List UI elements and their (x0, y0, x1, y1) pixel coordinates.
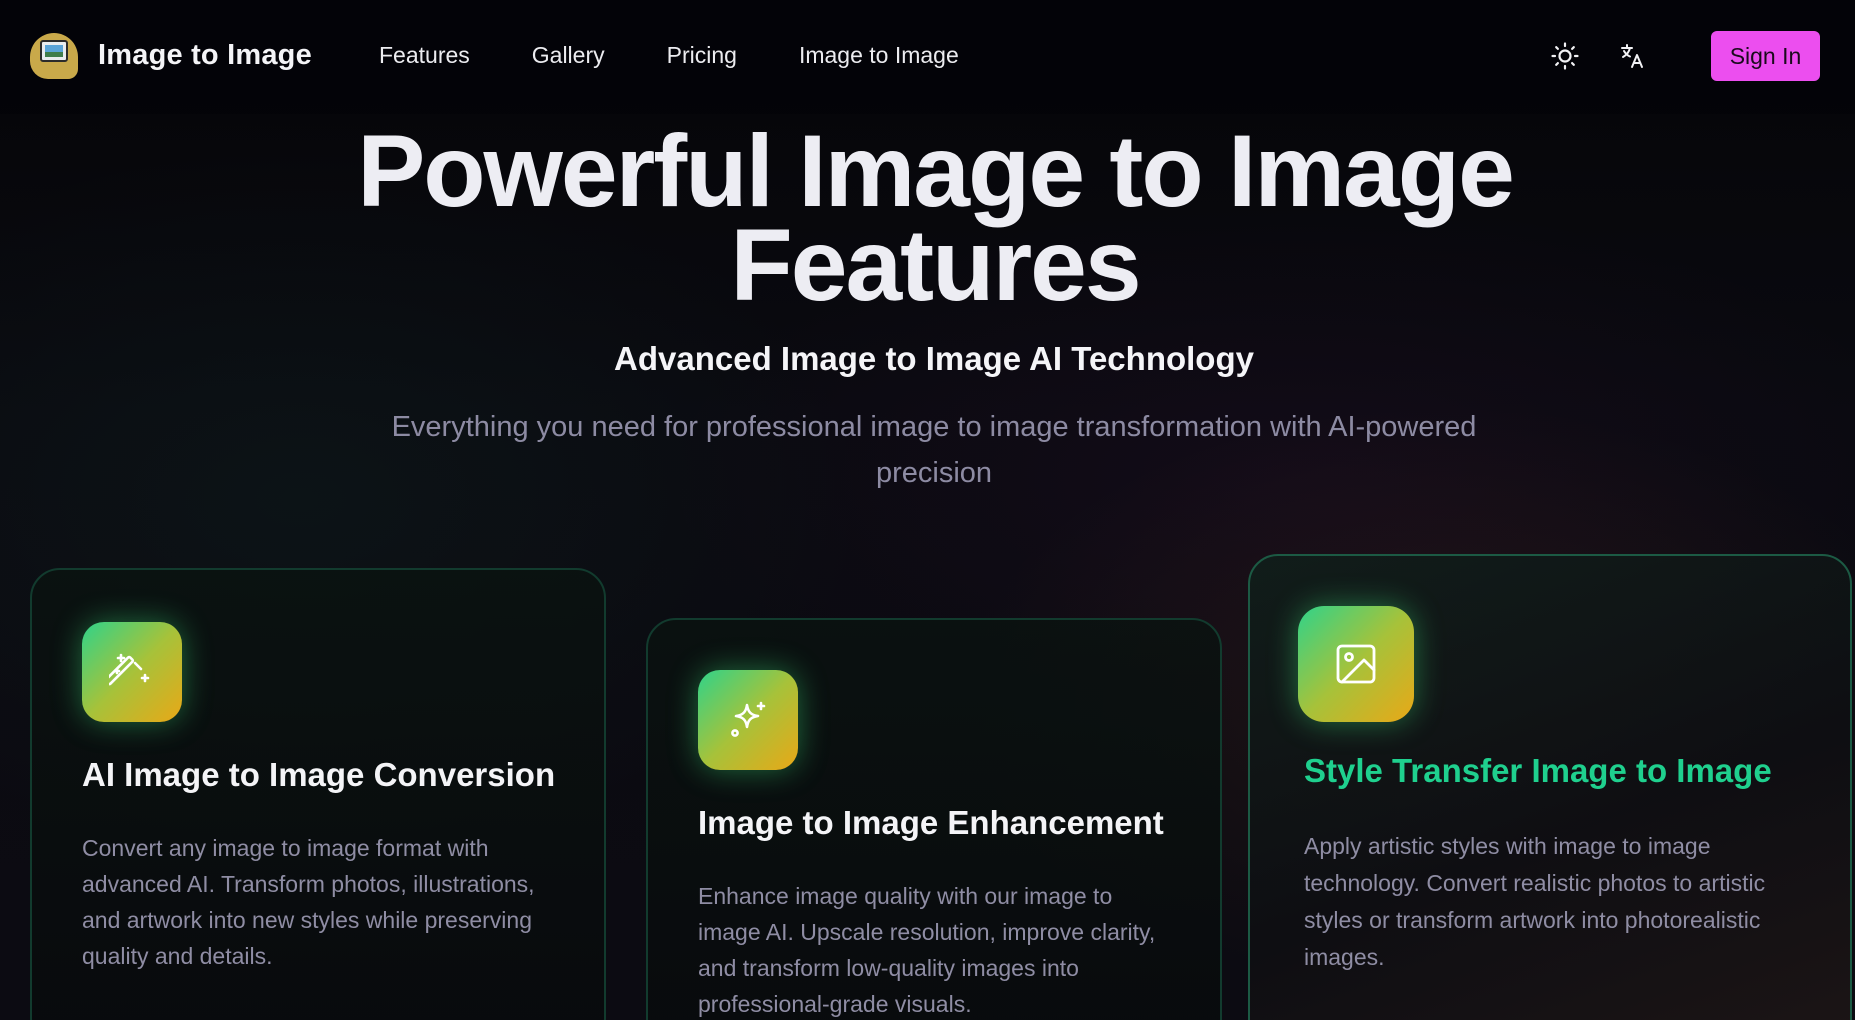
feature-description: Apply artistic styles with image to imag… (1304, 833, 1766, 970)
feature-title: Style Transfer Image to Image (1304, 752, 1772, 789)
theme-toggle-button[interactable] (1543, 34, 1587, 78)
image-icon (1336, 644, 1376, 684)
feature-description: Enhance image quality with our image to … (698, 883, 1156, 1017)
main-nav: Features Gallery Pricing Image to Image (379, 42, 959, 69)
hero-subtitle: Advanced Image to Image AI Technology (614, 340, 1254, 377)
translate-icon (1621, 44, 1643, 68)
feature-icon-box (1298, 606, 1414, 722)
language-button[interactable] (1611, 34, 1655, 78)
feature-card-enhancement[interactable]: Image to Image Enhancement Enhance image… (646, 618, 1222, 1020)
nav-image-to-image[interactable]: Image to Image (799, 42, 959, 69)
feature-card-style-transfer[interactable]: Style Transfer Image to Image Apply arti… (1248, 554, 1852, 1020)
nav-features[interactable]: Features (379, 42, 470, 69)
nav-pricing[interactable]: Pricing (667, 42, 737, 69)
header-actions: Sign In (1543, 31, 1820, 81)
hero-title: Powerful Image to Image Features (0, 120, 1855, 316)
feature-title: Image to Image Enhancement (698, 804, 1164, 841)
sun-icon (1551, 42, 1579, 70)
feature-card-conversion[interactable]: AI Image to Image Conversion Convert any… (30, 568, 606, 1020)
nav-gallery[interactable]: Gallery (532, 42, 605, 69)
feature-icon-box (698, 670, 798, 770)
feature-title: AI Image to Image Conversion (82, 756, 556, 793)
brand-name: Image to Image (98, 38, 312, 71)
brand[interactable]: Image to Image (30, 30, 312, 80)
hero-description: Everything you need for professional ima… (391, 411, 1477, 489)
top-navbar: Image to Image Features Gallery Pricing … (0, 0, 1855, 114)
hero-title-line2: Features (730, 208, 1141, 322)
brand-logo-icon (30, 30, 80, 80)
page: Image to Image Features Gallery Pricing … (0, 0, 1855, 1020)
feature-icon-box (82, 622, 182, 722)
feature-description: Convert any image to image format with a… (82, 835, 535, 969)
sign-in-button[interactable]: Sign In (1711, 31, 1820, 81)
sparkles-icon (731, 701, 766, 737)
magic-wand-icon (109, 653, 150, 686)
